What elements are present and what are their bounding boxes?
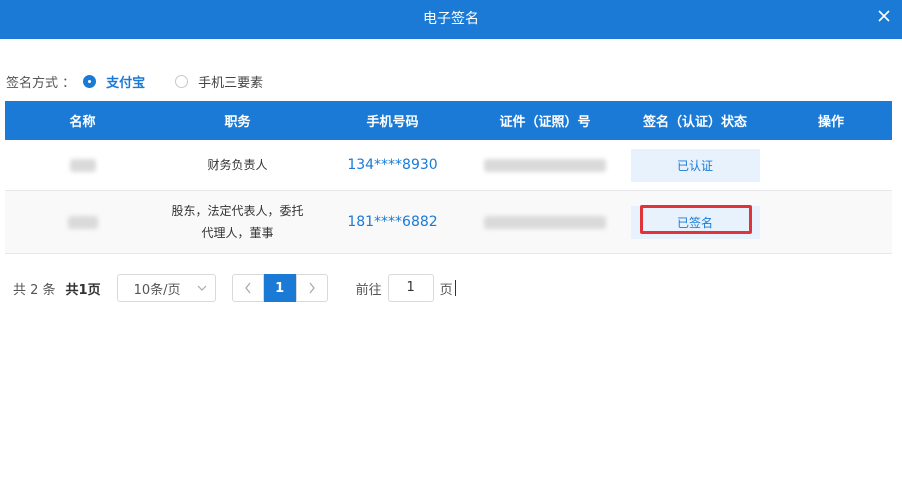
- pagination: 共 2 条 共1页 10条/页 1 前往 1 页: [13, 274, 456, 302]
- header-actions: 操作: [817, 115, 844, 130]
- phone-cell: 134****8930: [347, 157, 438, 173]
- table-row: 股东，法定代表人，委托 代理人，董事 181****6882 已签名: [5, 191, 892, 254]
- radio-alipay[interactable]: 支付宝: [83, 72, 145, 91]
- page-size-select[interactable]: 10条/页: [116, 274, 216, 302]
- table-header: 名称 职务 手机号码 证件（证照）号 签名（认证）状态 操作: [5, 101, 892, 140]
- blurred-name: [67, 215, 98, 229]
- phone-cell: 181****6882: [347, 214, 438, 230]
- blurred-id-number: [484, 215, 606, 229]
- chevron-left-icon: [244, 282, 251, 294]
- duty-line: 股东，法定代表人，委托: [171, 204, 304, 218]
- sign-method-group: 签名方式 ： 支付宝 手机三要素: [6, 72, 263, 91]
- status-highlight-box: [640, 205, 752, 234]
- total-count: 共 2 条: [13, 282, 56, 298]
- goto-unit: 页: [439, 282, 453, 298]
- radio-checked-icon[interactable]: [83, 74, 97, 88]
- dialog-header: 电子签名: [0, 0, 902, 39]
- table-row: 财务负责人 134****8930 已认证: [5, 140, 892, 191]
- blurred-name: [69, 158, 96, 172]
- radio-unchecked-icon[interactable]: [175, 74, 189, 88]
- blurred-id-number: [484, 158, 606, 172]
- radio-phone-three-factor[interactable]: 手机三要素: [175, 72, 263, 91]
- header-sign-status: 签名（认证）状态: [642, 115, 747, 130]
- chevron-down-icon: [197, 285, 207, 291]
- goto-page-input[interactable]: 1: [387, 274, 434, 302]
- status-badge: 已认证: [630, 148, 760, 182]
- total-pages: 共1页: [65, 282, 101, 298]
- duty-cell: 股东，法定代表人，委托 代理人，董事: [160, 191, 315, 253]
- header-phone: 手机号码: [366, 115, 419, 130]
- page-number-current[interactable]: 1: [263, 274, 296, 302]
- radio-alipay-label: 支付宝: [106, 75, 146, 91]
- header-duty: 职务: [224, 115, 251, 130]
- text-cursor: [454, 280, 456, 296]
- header-name: 名称: [69, 115, 96, 130]
- page-size-value: 10条/页: [133, 282, 181, 298]
- sign-method-label: 签名方式 ：: [6, 75, 76, 91]
- duty-line: 代理人，董事: [201, 226, 274, 240]
- radio-phone-label: 手机三要素: [198, 75, 264, 91]
- next-page-button[interactable]: [295, 274, 328, 302]
- goto-label: 前往: [355, 282, 382, 298]
- duty-line: 财务负责人: [207, 158, 268, 172]
- chevron-right-icon: [309, 282, 315, 294]
- actions-cell: [770, 140, 892, 190]
- actions-cell: [770, 191, 892, 253]
- header-id-number: 证件（证照）号: [499, 115, 591, 130]
- duty-cell: 财务负责人: [160, 140, 315, 190]
- close-icon[interactable]: [876, 8, 892, 24]
- dialog-title: 电子签名: [423, 11, 479, 27]
- prev-page-button[interactable]: [231, 274, 264, 302]
